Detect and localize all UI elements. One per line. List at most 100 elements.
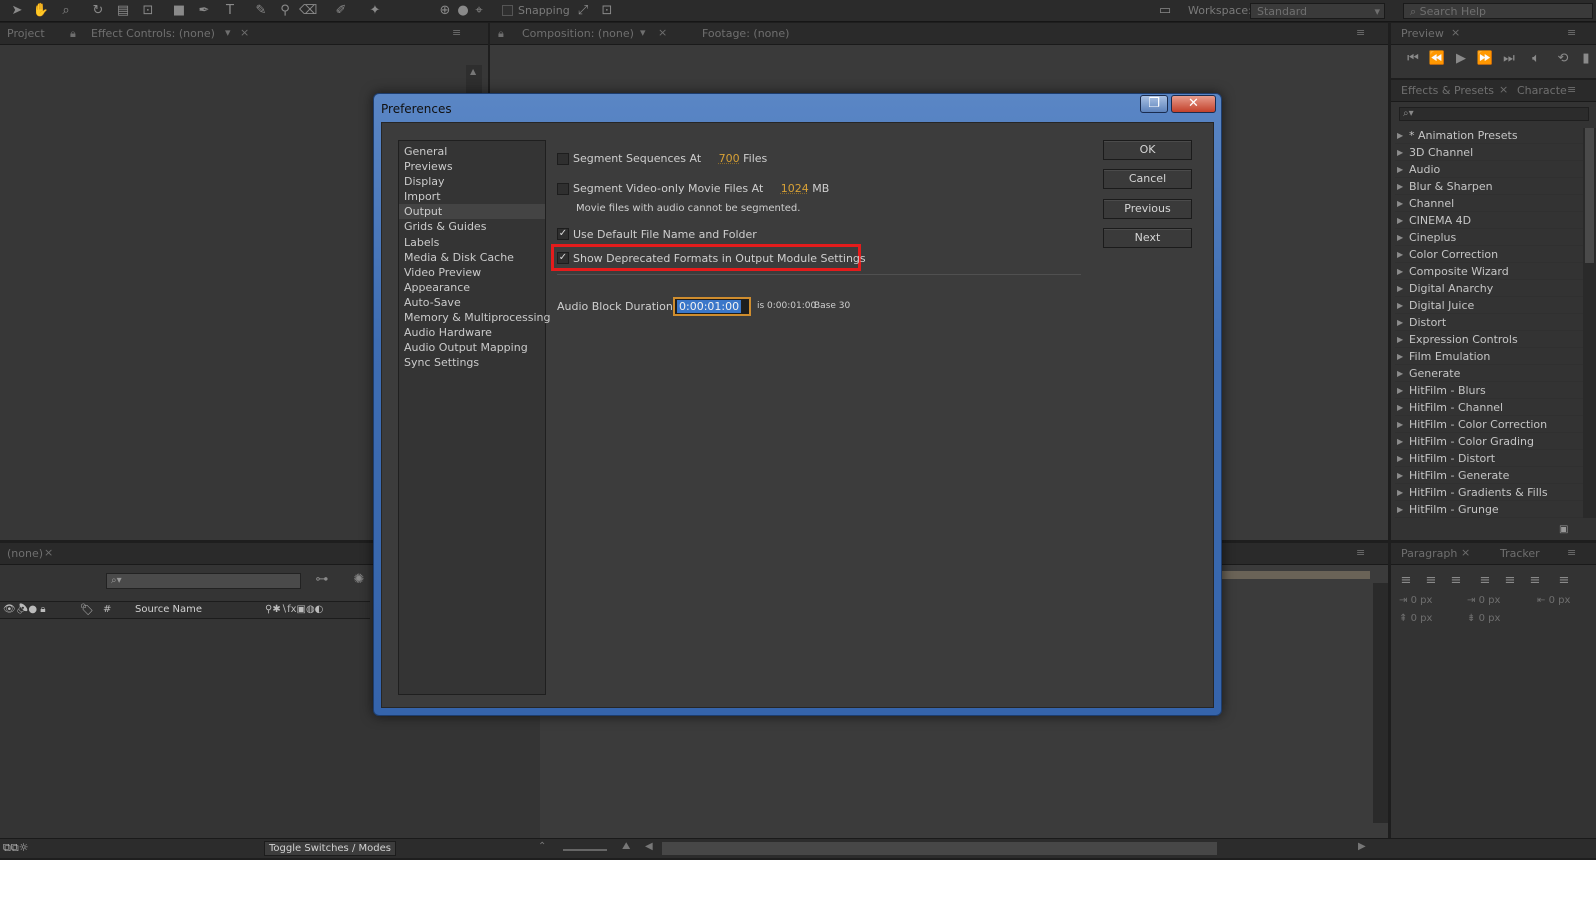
category-item[interactable]: Output <box>399 204 545 220</box>
effects-category-item[interactable]: ▶ Audio <box>1395 161 1583 178</box>
view-axis-icon[interactable]: ⌖ <box>470 2 488 20</box>
effects-category-item[interactable]: ▶ Blur & Sharpen <box>1395 178 1583 195</box>
layer-switches-icon[interactable]: ⚲✱∖fx▣◍◐ <box>265 604 323 615</box>
play-icon[interactable]: ▶ <box>1452 50 1470 68</box>
category-item[interactable]: General <box>399 144 545 159</box>
space-before-value[interactable]: ⇞ 0 px <box>1399 613 1432 624</box>
disclosure-triangle-icon[interactable]: ▶ <box>1397 280 1403 297</box>
panel-menu-icon[interactable]: ≡ <box>1356 546 1365 559</box>
chevron-down-icon[interactable]: ▾ <box>640 26 646 39</box>
category-item[interactable]: Import <box>399 189 545 204</box>
close-icon[interactable]: × <box>1499 83 1508 96</box>
effects-category-item[interactable]: ▶ Color Correction <box>1395 246 1583 263</box>
horizontal-scrollbar[interactable] <box>662 842 1217 855</box>
tab-tracker[interactable]: Tracker <box>1500 547 1540 560</box>
zoom-slider[interactable] <box>563 849 607 851</box>
effects-category-item[interactable]: ▶ HitFilm - Generate <box>1395 467 1583 484</box>
space-after-value[interactable]: ⇟ 0 px <box>1467 613 1500 624</box>
av-switches-icon[interactable]: 👁︎🔈︎● 🔒︎ <box>3 604 46 615</box>
disclosure-triangle-icon[interactable]: ▶ <box>1397 246 1403 263</box>
panel-menu-icon[interactable]: ≡ <box>1567 83 1576 96</box>
next-button[interactable]: Next <box>1103 228 1192 248</box>
disclosure-triangle-icon[interactable]: ▶ <box>1397 416 1403 433</box>
label-icon[interactable]: 🏷︎ <box>80 603 94 616</box>
new-folder-icon[interactable]: ▣ <box>1559 524 1568 535</box>
indent-first-value[interactable]: ⇥ 0 px <box>1467 595 1500 606</box>
close-icon[interactable]: × <box>1451 26 1460 39</box>
justify-center-icon[interactable]: ≡ <box>1501 572 1519 590</box>
effects-category-item[interactable]: ▶ HitFilm - Grunge <box>1395 501 1583 518</box>
scroll-right-icon[interactable]: ▶ <box>1358 841 1366 852</box>
effects-category-item[interactable]: ▶ HitFilm - Gradients & Fills <box>1395 484 1583 501</box>
effects-category-item[interactable]: ▶ Distort <box>1395 314 1583 331</box>
show-deprecated-checkbox[interactable]: ✓ <box>557 252 569 264</box>
loop-icon[interactable]: ⟲ <box>1554 50 1572 68</box>
effects-category-item[interactable]: ▶ Expression Controls <box>1395 331 1583 348</box>
hand-tool-icon[interactable]: ✋ <box>32 2 50 20</box>
category-item[interactable]: Previews <box>399 159 545 174</box>
category-item[interactable]: Sync Settings <box>399 355 545 370</box>
disclosure-triangle-icon[interactable]: ▶ <box>1397 144 1403 161</box>
disclosure-triangle-icon[interactable]: ▶ <box>1397 314 1403 331</box>
effects-category-item[interactable]: ▶ HitFilm - Channel <box>1395 399 1583 416</box>
disclosure-triangle-icon[interactable]: ▶ <box>1397 382 1403 399</box>
effects-category-item[interactable]: ▶ Digital Anarchy <box>1395 280 1583 297</box>
rectangle-tool-icon[interactable]: ■ <box>170 2 188 20</box>
close-icon[interactable]: × <box>658 26 667 39</box>
snapping-checkbox[interactable] <box>502 5 513 16</box>
close-icon[interactable]: × <box>240 26 249 39</box>
lock-icon[interactable]: 🔒︎ <box>498 27 504 41</box>
disclosure-triangle-icon[interactable]: ▶ <box>1397 297 1403 314</box>
justify-left-icon[interactable]: ≡ <box>1476 572 1494 590</box>
segment-video-checkbox[interactable] <box>557 183 569 195</box>
category-item[interactable]: Auto-Save <box>399 295 545 310</box>
disclosure-triangle-icon[interactable]: ▶ <box>1397 433 1403 450</box>
search-help-field[interactable]: ⌕ Search Help <box>1403 3 1593 19</box>
disclosure-triangle-icon[interactable]: ▶ <box>1397 331 1403 348</box>
lock-icon[interactable]: 🔒︎ <box>70 27 76 41</box>
disclosure-triangle-icon[interactable]: ▶ <box>1397 263 1403 280</box>
segment-sequences-value[interactable]: 700 <box>719 152 740 165</box>
category-item[interactable]: Memory & Multiprocessing <box>399 310 550 325</box>
comp-flowchart-icon[interactable]: ⊶ <box>313 571 331 589</box>
pen-tool-icon[interactable]: ✒ <box>195 2 213 20</box>
pan-behind-tool-icon[interactable]: ⊡ <box>139 2 157 20</box>
panel-menu-icon[interactable]: ≡ <box>1356 26 1365 39</box>
previous-frame-icon[interactable]: ⏪ <box>1428 50 1446 68</box>
camera-tool-icon[interactable]: ▤ <box>114 2 132 20</box>
scroll-up-icon[interactable]: ▲ <box>470 67 476 76</box>
effects-category-item[interactable]: ▶ Film Emulation <box>1395 348 1583 365</box>
effects-category-item[interactable]: ▶ Generate <box>1395 365 1583 382</box>
category-item[interactable]: Video Preview <box>399 265 545 280</box>
zoom-out-icon[interactable]: ⌃ <box>538 841 546 852</box>
close-icon[interactable]: × <box>44 546 53 559</box>
category-item[interactable]: Display <box>399 174 545 189</box>
snap-edges-icon[interactable]: ⤢ <box>574 2 592 20</box>
panel-menu-icon[interactable]: ≡ <box>1567 546 1576 559</box>
close-button[interactable]: ✕ <box>1171 95 1216 113</box>
clone-stamp-tool-icon[interactable]: ⚲ <box>276 2 294 20</box>
disclosure-triangle-icon[interactable]: ▶ <box>1397 501 1403 518</box>
category-item[interactable]: Audio Hardware <box>399 325 545 340</box>
effects-category-item[interactable]: ▶ HitFilm - Color Grading <box>1395 433 1583 450</box>
effects-category-item[interactable]: ▶ HitFilm - Distort <box>1395 450 1583 467</box>
next-frame-icon[interactable]: ⏩ <box>1476 50 1494 68</box>
category-item[interactable]: Media & Disk Cache <box>399 250 545 265</box>
selection-tool-icon[interactable]: ➤ <box>8 2 26 20</box>
segment-sequences-checkbox[interactable] <box>557 153 569 165</box>
effects-category-item[interactable]: ▶ HitFilm - Color Correction <box>1395 416 1583 433</box>
panel-menu-icon[interactable]: ≡ <box>1567 26 1576 39</box>
align-right-icon[interactable]: ≡ <box>1447 572 1465 590</box>
cancel-button[interactable]: Cancel <box>1103 169 1192 189</box>
tab-project[interactable]: Project <box>7 27 45 40</box>
disclosure-triangle-icon[interactable]: ▶ <box>1397 467 1403 484</box>
disclosure-triangle-icon[interactable]: ▶ <box>1397 348 1403 365</box>
tab-effects-presets[interactable]: Effects & Presets <box>1401 84 1494 97</box>
disclosure-triangle-icon[interactable]: ▶ <box>1397 161 1403 178</box>
use-default-checkbox[interactable]: ✓ <box>557 228 569 240</box>
comp-toggle-icon[interactable]: ⧉⧉☼ <box>3 841 29 855</box>
toggle-switches-modes-button[interactable]: Toggle Switches / Modes <box>264 841 396 856</box>
audio-icon[interactable]: 🔈︎ <box>1527 50 1545 68</box>
category-item[interactable]: Audio Output Mapping <box>399 340 545 355</box>
tab-composition[interactable]: Composition: (none) <box>522 27 634 40</box>
